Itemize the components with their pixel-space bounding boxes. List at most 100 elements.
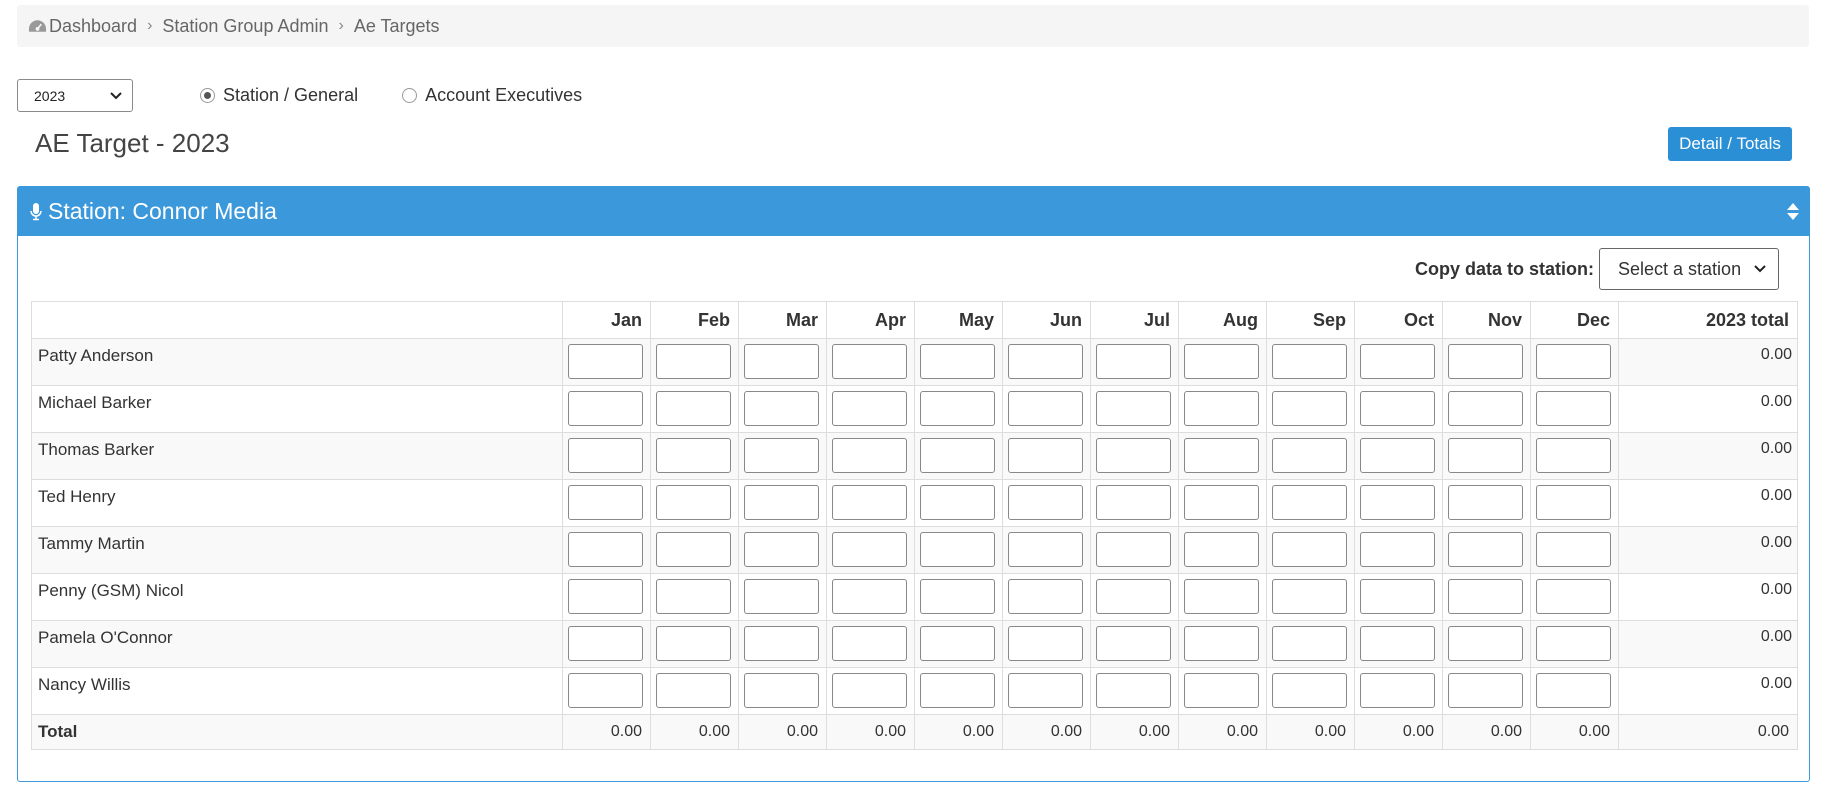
- month-target-input[interactable]: [832, 579, 907, 614]
- month-target-input[interactable]: [1448, 344, 1523, 379]
- month-target-input[interactable]: [1272, 391, 1347, 426]
- month-target-input[interactable]: [568, 532, 643, 567]
- month-target-input[interactable]: [1096, 438, 1171, 473]
- month-target-input[interactable]: [744, 438, 819, 473]
- month-target-input[interactable]: [1272, 579, 1347, 614]
- month-target-input[interactable]: [1184, 344, 1259, 379]
- month-target-input[interactable]: [744, 485, 819, 520]
- month-target-input[interactable]: [832, 485, 907, 520]
- month-target-input[interactable]: [832, 391, 907, 426]
- month-target-input[interactable]: [1184, 532, 1259, 567]
- month-target-input[interactable]: [1272, 532, 1347, 567]
- month-target-input[interactable]: [1536, 626, 1611, 661]
- year-select[interactable]: 2023: [17, 79, 133, 112]
- month-target-input[interactable]: [1272, 626, 1347, 661]
- month-target-input[interactable]: [920, 391, 995, 426]
- month-target-input[interactable]: [920, 579, 995, 614]
- month-target-input[interactable]: [1008, 626, 1083, 661]
- month-target-input[interactable]: [568, 344, 643, 379]
- sort-icon[interactable]: [1787, 203, 1799, 220]
- month-target-input[interactable]: [568, 485, 643, 520]
- radio-account-executives[interactable]: Account Executives: [402, 85, 582, 106]
- month-target-input[interactable]: [1536, 438, 1611, 473]
- radio-station-general[interactable]: Station / General: [200, 85, 358, 106]
- month-target-input[interactable]: [656, 532, 731, 567]
- month-target-input[interactable]: [1360, 344, 1435, 379]
- month-target-input[interactable]: [1008, 579, 1083, 614]
- month-target-input[interactable]: [920, 344, 995, 379]
- radio-account-executives-indicator[interactable]: [402, 88, 418, 103]
- month-target-input[interactable]: [1272, 485, 1347, 520]
- month-target-input[interactable]: [744, 344, 819, 379]
- month-target-input[interactable]: [1536, 673, 1611, 708]
- month-target-input[interactable]: [920, 438, 995, 473]
- month-target-input[interactable]: [1008, 344, 1083, 379]
- month-target-input[interactable]: [832, 344, 907, 379]
- month-target-input[interactable]: [1536, 485, 1611, 520]
- month-target-input[interactable]: [1008, 673, 1083, 708]
- month-target-input[interactable]: [1448, 532, 1523, 567]
- month-target-input[interactable]: [1272, 438, 1347, 473]
- month-target-input[interactable]: [1184, 579, 1259, 614]
- month-target-input[interactable]: [1360, 673, 1435, 708]
- month-target-input[interactable]: [1184, 626, 1259, 661]
- month-target-input[interactable]: [656, 438, 731, 473]
- month-target-input[interactable]: [656, 391, 731, 426]
- month-target-input[interactable]: [920, 673, 995, 708]
- month-target-input[interactable]: [1096, 391, 1171, 426]
- copy-station-select[interactable]: Select a station: [1599, 248, 1779, 290]
- month-target-input[interactable]: [656, 579, 731, 614]
- month-target-input[interactable]: [920, 626, 995, 661]
- month-target-input[interactable]: [1184, 485, 1259, 520]
- radio-station-general-indicator[interactable]: [200, 88, 215, 103]
- month-target-input[interactable]: [1448, 673, 1523, 708]
- month-target-input[interactable]: [1360, 532, 1435, 567]
- month-target-input[interactable]: [1360, 438, 1435, 473]
- month-target-input[interactable]: [1536, 344, 1611, 379]
- month-target-input[interactable]: [744, 673, 819, 708]
- month-target-input[interactable]: [1536, 579, 1611, 614]
- month-target-input[interactable]: [1096, 485, 1171, 520]
- month-target-input[interactable]: [832, 626, 907, 661]
- month-target-input[interactable]: [1096, 626, 1171, 661]
- month-target-input[interactable]: [656, 485, 731, 520]
- month-target-input[interactable]: [744, 579, 819, 614]
- month-target-input[interactable]: [1008, 532, 1083, 567]
- month-target-input[interactable]: [1272, 344, 1347, 379]
- month-target-input[interactable]: [1448, 485, 1523, 520]
- month-target-input[interactable]: [1536, 532, 1611, 567]
- month-target-input[interactable]: [1096, 532, 1171, 567]
- month-target-input[interactable]: [1360, 391, 1435, 426]
- month-target-input[interactable]: [656, 626, 731, 661]
- month-target-input[interactable]: [1096, 344, 1171, 379]
- month-target-input[interactable]: [1096, 673, 1171, 708]
- month-target-input[interactable]: [1448, 438, 1523, 473]
- month-target-input[interactable]: [1448, 626, 1523, 661]
- month-target-input[interactable]: [1184, 673, 1259, 708]
- month-target-input[interactable]: [1184, 438, 1259, 473]
- month-target-input[interactable]: [1008, 438, 1083, 473]
- month-target-input[interactable]: [832, 673, 907, 708]
- month-target-input[interactable]: [744, 532, 819, 567]
- month-target-input[interactable]: [656, 673, 731, 708]
- month-target-input[interactable]: [1096, 579, 1171, 614]
- month-target-input[interactable]: [568, 438, 643, 473]
- month-target-input[interactable]: [1360, 626, 1435, 661]
- month-target-input[interactable]: [832, 438, 907, 473]
- month-target-input[interactable]: [568, 673, 643, 708]
- month-target-input[interactable]: [920, 532, 995, 567]
- month-target-input[interactable]: [1360, 485, 1435, 520]
- month-target-input[interactable]: [568, 391, 643, 426]
- breadcrumb-station-group-admin-link[interactable]: Station Group Admin: [162, 16, 328, 37]
- panel-header[interactable]: Station: Connor Media: [18, 187, 1809, 236]
- month-target-input[interactable]: [832, 532, 907, 567]
- month-target-input[interactable]: [744, 626, 819, 661]
- month-target-input[interactable]: [1272, 673, 1347, 708]
- month-target-input[interactable]: [920, 485, 995, 520]
- month-target-input[interactable]: [1008, 485, 1083, 520]
- month-target-input[interactable]: [1008, 391, 1083, 426]
- month-target-input[interactable]: [1360, 579, 1435, 614]
- month-target-input[interactable]: [1536, 391, 1611, 426]
- month-target-input[interactable]: [1448, 579, 1523, 614]
- detail-totals-button[interactable]: Detail / Totals: [1668, 127, 1792, 161]
